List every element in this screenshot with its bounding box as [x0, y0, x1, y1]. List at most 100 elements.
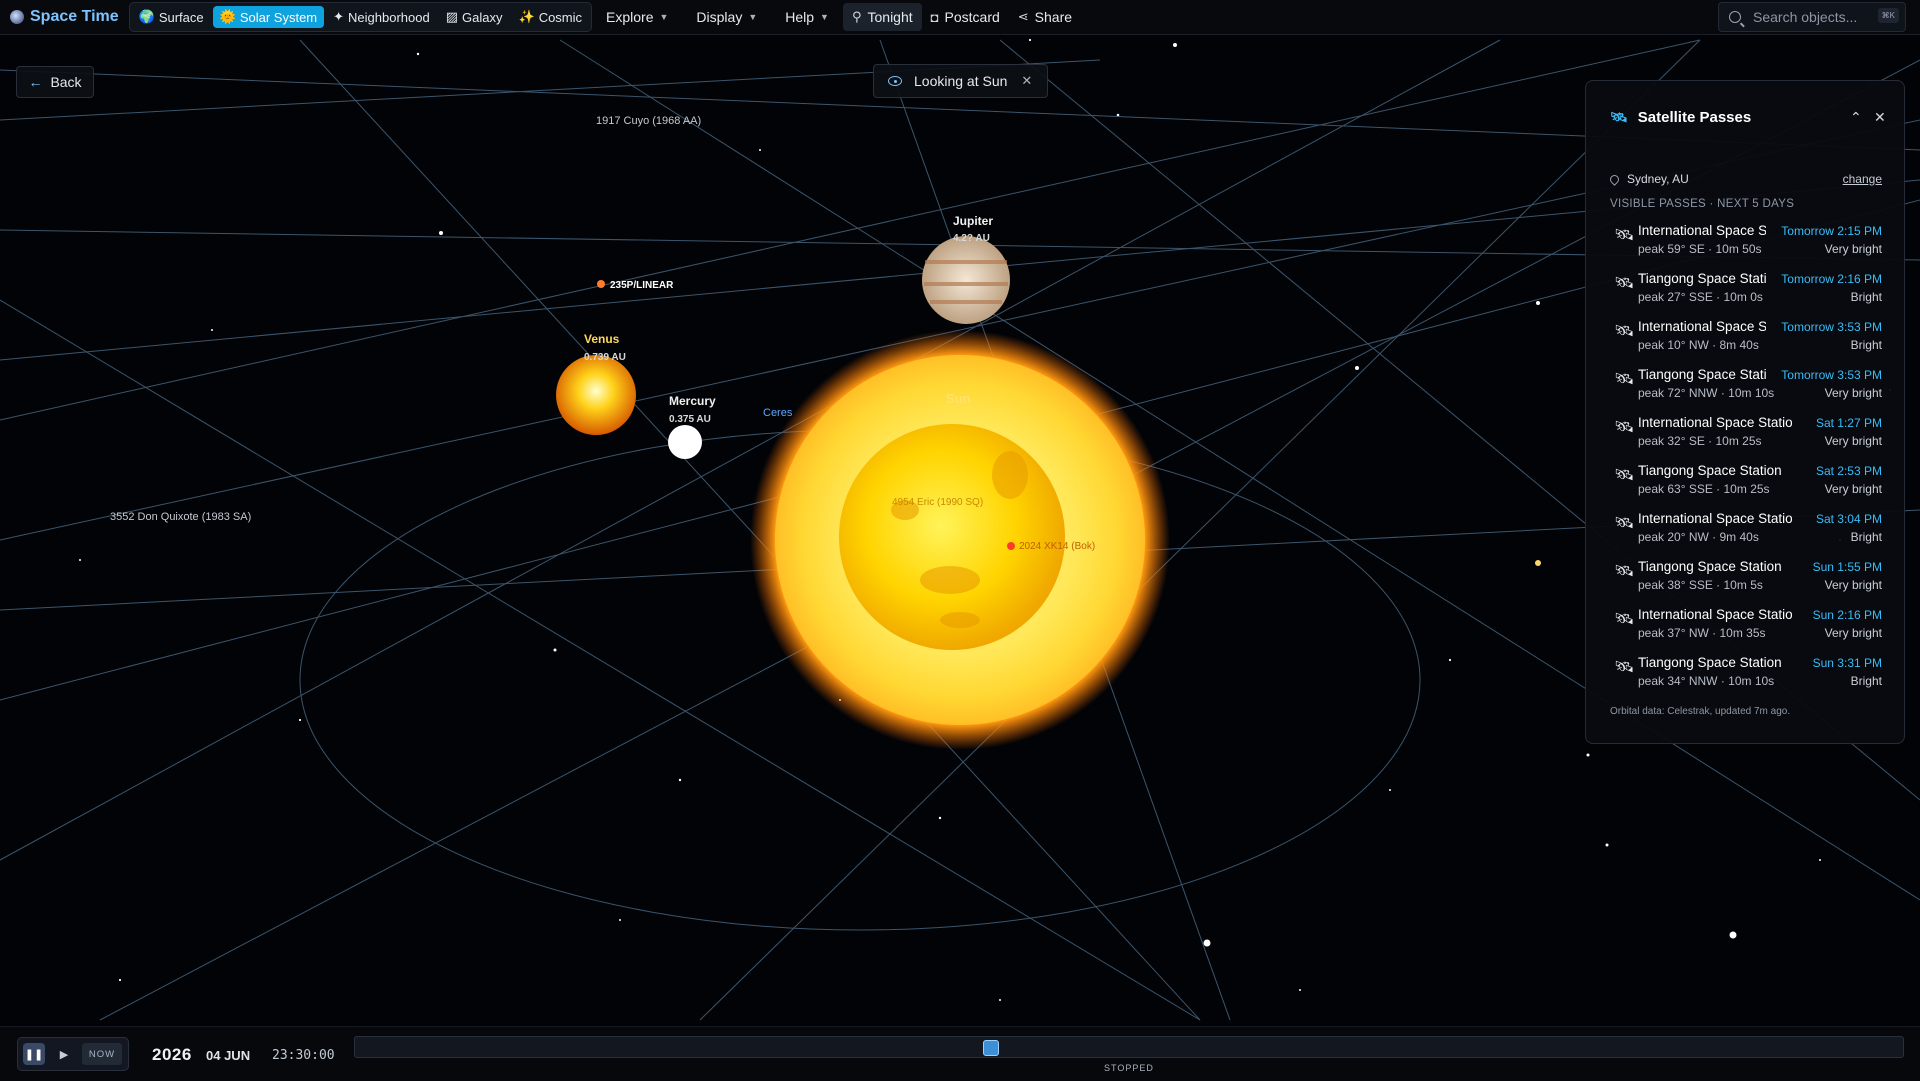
- pass-brightness: Bright: [1850, 338, 1882, 352]
- pass-row[interactable]: 🛰 Tiangong Space Station Sat 2:53 PM pea…: [1610, 463, 1882, 507]
- pause-button[interactable]: ❚❚: [23, 1043, 45, 1065]
- asteroid-label-eric[interactable]: 4954 Eric (1990 SQ): [892, 497, 983, 508]
- mercury-distance: 0.375 AU: [669, 414, 711, 425]
- pass-row[interactable]: 🛰 International Space Station Tomorrow 3…: [1610, 319, 1882, 363]
- mode-galaxy[interactable]: ▨ Galaxy: [439, 6, 510, 28]
- menu-label: Display: [696, 9, 743, 25]
- pass-row[interactable]: 🛰 International Space Station Sat 1:27 P…: [1610, 415, 1882, 459]
- arrow-left-icon: ←: [28, 74, 43, 90]
- mode-cosmic[interactable]: ✨ Cosmic: [512, 6, 590, 28]
- pass-row[interactable]: 🛰 International Space Station Sat 3:04 P…: [1610, 511, 1882, 555]
- sparkle-icon: ✦: [333, 9, 345, 24]
- mercury: [668, 425, 702, 459]
- search-box[interactable]: ⌘K: [1718, 2, 1906, 32]
- menu-explore[interactable]: Explore ▼: [606, 9, 668, 25]
- sun-icon: 🌞: [219, 9, 236, 24]
- back-button[interactable]: ← Back: [16, 66, 94, 98]
- asteroid-label-cuyo[interactable]: 1917 Cuyo (1968 AA): [596, 115, 701, 127]
- globe-icon: 🌍: [138, 9, 155, 24]
- menu-help[interactable]: Help ▼: [785, 9, 829, 25]
- pass-peak: peak 34° NNW · 10m 10s: [1638, 674, 1775, 688]
- pass-time: Tomorrow 3:53 PM: [1781, 368, 1882, 382]
- asteroid-label-bok[interactable]: 2024 XK14 (Bok): [1019, 541, 1095, 552]
- section-header: VISIBLE PASSES · NEXT 5 DAYS: [1610, 198, 1795, 210]
- mode-label: Neighborhood: [348, 9, 430, 25]
- pass-brightness: Very bright: [1824, 386, 1882, 400]
- pass-peak: peak 32° SE · 10m 25s: [1638, 434, 1762, 448]
- pass-peak: peak 27° SSE · 10m 0s: [1638, 290, 1763, 304]
- time-controls-bar: ❚❚ ▶ NOW 2026 04 JUN 23:30:00 STOPPED: [0, 1026, 1920, 1081]
- pass-satellite-name: Tiangong Space Station: [1638, 271, 1766, 286]
- satellite-icon: 🛰: [1614, 323, 1635, 340]
- current-year: 2026: [152, 1045, 192, 1064]
- chevron-down-icon: ▼: [659, 12, 669, 22]
- pass-brightness: Very bright: [1824, 626, 1882, 640]
- timeline-handle[interactable]: [983, 1040, 999, 1056]
- pass-peak: peak 38° SSE · 10m 5s: [1638, 578, 1763, 592]
- play-button[interactable]: ▶: [57, 1043, 71, 1065]
- pass-peak: peak 10° NW · 8m 40s: [1638, 338, 1759, 352]
- pass-peak: peak 72° NNW · 10m 10s: [1638, 386, 1775, 400]
- pass-time: Sat 2:53 PM: [1815, 464, 1882, 478]
- search-input[interactable]: [1751, 8, 1875, 26]
- location-pin-icon: [1608, 172, 1621, 186]
- pass-satellite-name: International Space Station: [1638, 607, 1793, 622]
- pass-row[interactable]: 🛰 Tiangong Space Station Sun 1:55 PM pea…: [1610, 559, 1882, 603]
- pass-row[interactable]: 🛰 Tiangong Space Station Tomorrow 2:16 P…: [1610, 271, 1882, 315]
- share-icon: ⋖: [1017, 9, 1029, 24]
- star-label-sun[interactable]: Sun: [946, 391, 971, 406]
- change-location-link[interactable]: change: [1843, 172, 1882, 186]
- menu-display[interactable]: Display ▼: [696, 9, 757, 25]
- chevron-down-icon: ▼: [748, 12, 758, 22]
- pass-time: Tomorrow 2:16 PM: [1781, 272, 1882, 286]
- pass-row[interactable]: 🛰 Tiangong Space Station Tomorrow 3:53 P…: [1610, 367, 1882, 411]
- looking-at-pill: Looking at Sun ✕: [873, 64, 1048, 98]
- back-label: Back: [50, 74, 82, 90]
- now-button[interactable]: NOW: [82, 1043, 122, 1065]
- pass-time: Tomorrow 3:53 PM: [1781, 320, 1882, 334]
- pass-satellite-name: Tiangong Space Station: [1638, 463, 1782, 478]
- dwarf-planet-label-ceres[interactable]: Ceres: [763, 407, 792, 419]
- play-icon: ▶: [59, 1048, 69, 1061]
- stars-icon: ✨: [518, 9, 535, 24]
- venus: [556, 355, 636, 435]
- app-brand[interactable]: Space Time: [10, 8, 119, 26]
- pass-row[interactable]: 🛰 International Space Station Sun 2:16 P…: [1610, 607, 1882, 651]
- galaxy-icon: ▨: [445, 9, 459, 24]
- share-button[interactable]: ⋖ Share: [1009, 3, 1081, 31]
- mode-solar-system[interactable]: 🌞 Solar System: [212, 6, 325, 28]
- satellite-icon: 🛰: [1614, 515, 1635, 532]
- close-panel-icon[interactable]: ✕: [1874, 109, 1886, 126]
- collapse-icon[interactable]: ⌃: [1850, 109, 1862, 126]
- satellite-icon: 🛰: [1614, 563, 1635, 580]
- chevron-down-icon: ▼: [820, 12, 829, 22]
- pass-row[interactable]: 🛰 International Space Station Tomorrow 2…: [1610, 223, 1882, 267]
- mode-label: Galaxy: [462, 9, 503, 25]
- mode-surface[interactable]: 🌍 Surface: [132, 6, 211, 28]
- playback-controls: ❚❚ ▶ NOW: [17, 1037, 129, 1071]
- looking-at-label: Looking at Sun: [914, 73, 1008, 89]
- postcard-button[interactable]: ◘ Postcard: [922, 3, 1009, 31]
- pass-satellite-name: Tiangong Space Station: [1638, 559, 1782, 574]
- mode-label: Solar System: [239, 9, 318, 25]
- satellite-icon: 🛰: [1614, 467, 1635, 484]
- current-time: 23:30:00: [272, 1048, 335, 1063]
- timeline-slider[interactable]: [354, 1036, 1904, 1058]
- mode-label: Cosmic: [538, 9, 583, 25]
- pass-brightness: Bright: [1850, 530, 1882, 544]
- mode-neighborhood[interactable]: ✦ Neighborhood: [326, 6, 437, 28]
- pass-time: Sat 1:27 PM: [1815, 416, 1882, 430]
- asteroid-label-don-quixote[interactable]: 3552 Don Quixote (1983 SA): [110, 511, 251, 523]
- menu-label: Explore: [606, 9, 654, 25]
- planet-label-jupiter[interactable]: Jupiter: [953, 214, 993, 228]
- pause-icon: ❚❚: [24, 1048, 44, 1061]
- pass-satellite-name: International Space Station: [1638, 415, 1793, 430]
- tonight-button[interactable]: ⚲ Tonight: [842, 3, 922, 31]
- close-icon[interactable]: ✕: [1021, 73, 1032, 89]
- planet-label-mercury[interactable]: Mercury: [669, 394, 716, 408]
- panel-header: 🛰 Satellite Passes: [1610, 109, 1751, 126]
- satellite-icon: 🛰: [1614, 275, 1635, 292]
- comet-label-linear[interactable]: 235P/LINEAR: [610, 280, 673, 291]
- planet-label-venus[interactable]: Venus: [584, 332, 619, 346]
- pass-row[interactable]: 🛰 Tiangong Space Station Sun 3:31 PM pea…: [1610, 655, 1882, 699]
